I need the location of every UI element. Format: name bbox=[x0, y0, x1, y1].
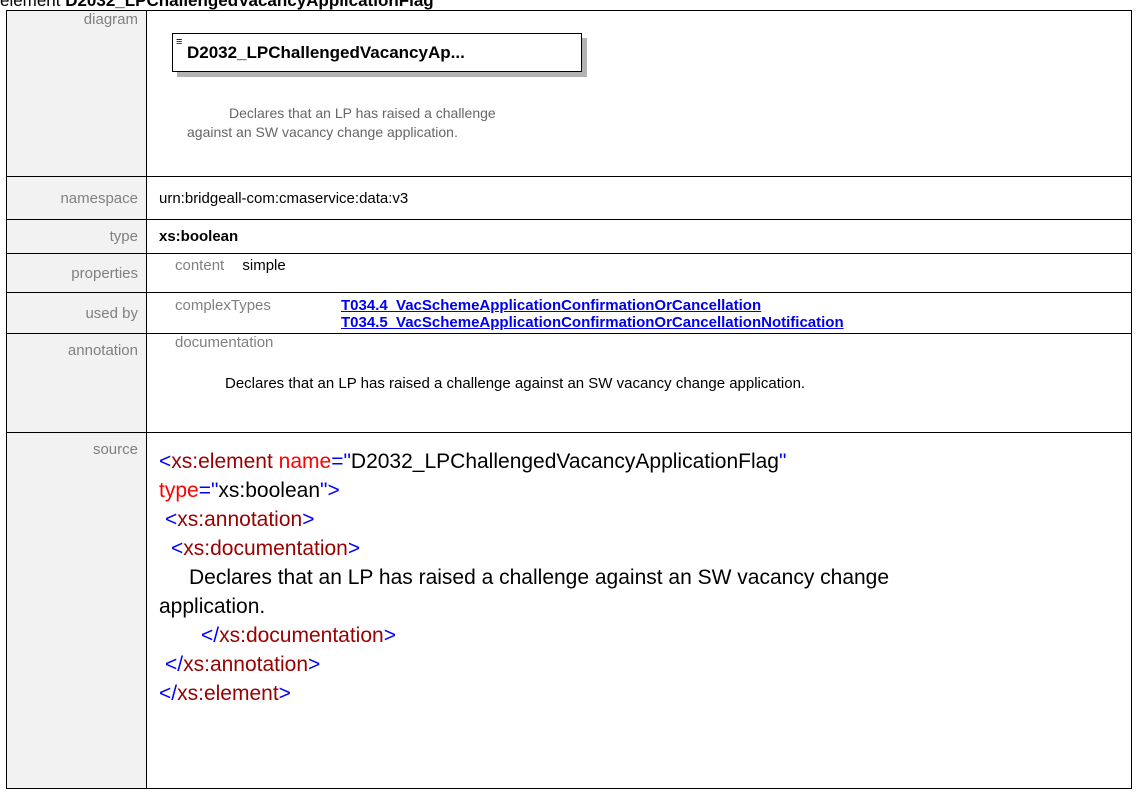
element-diagram-title: D2032_LPChallengedVacancyAp... bbox=[187, 43, 465, 62]
type-value: xs:boolean bbox=[146, 219, 1132, 254]
annotation-cell: documentation Declares that an LP has ra… bbox=[146, 333, 1132, 433]
namespace-label: namespace bbox=[6, 176, 147, 220]
used-by-row: used by complexTypes T034.4_VacSchemeApp… bbox=[6, 292, 1132, 334]
element-glyph-icon: ≡ bbox=[176, 36, 183, 48]
diagram-cell: ≡ D2032_LPChallengedVacancyAp... Declare… bbox=[146, 10, 1132, 177]
diagram-description: Declares that an LP has raised a challen… bbox=[187, 104, 496, 142]
type-row: type xs:boolean bbox=[6, 219, 1132, 254]
annotation-row: annotation documentation Declares that a… bbox=[6, 333, 1132, 433]
source-row: source <xs:element name="D2032_LPChallen… bbox=[6, 432, 1132, 789]
source-doc-line2: application. bbox=[159, 595, 266, 618]
used-by-link-t034-5[interactable]: T034.5_VacSchemeApplicationConfirmationO… bbox=[341, 314, 844, 331]
properties-label: properties bbox=[6, 253, 147, 293]
annotation-key: documentation bbox=[175, 334, 274, 351]
heading-prefix: element bbox=[0, 0, 66, 10]
source-label: source bbox=[6, 432, 147, 789]
properties-row: properties content simple bbox=[6, 253, 1132, 293]
type-label: type bbox=[6, 219, 147, 254]
element-diagram-box[interactable]: ≡ D2032_LPChallengedVacancyAp... bbox=[172, 33, 582, 72]
element-doc-table: diagram ≡ D2032_LPChallengedVacancyAp...… bbox=[6, 10, 1132, 789]
properties-key: content bbox=[175, 257, 225, 274]
annotation-label: annotation bbox=[6, 333, 147, 433]
used-by-cell: complexTypes T034.4_VacSchemeApplication… bbox=[146, 292, 1132, 334]
properties-cell: content simple bbox=[146, 253, 1132, 293]
used-by-link-t034-4[interactable]: T034.4_VacSchemeApplicationConfirmationO… bbox=[341, 297, 844, 314]
diagram-desc-line1: Declares that an LP has raised a challen… bbox=[229, 105, 496, 121]
heading-element-name: D2032_LPChallengedVacancyApplicationFlag bbox=[65, 0, 434, 10]
properties-value: simple bbox=[242, 257, 286, 274]
diagram-label: diagram bbox=[6, 10, 147, 177]
source-doc-line1: Declares that an LP has raised a challen… bbox=[189, 566, 890, 589]
namespace-value: urn:bridgeall-com:cmaservice:data:v3 bbox=[146, 176, 1132, 220]
annotation-text: Declares that an LP has raised a challen… bbox=[225, 375, 806, 392]
namespace-row: namespace urn:bridgeall-com:cmaservice:d… bbox=[6, 176, 1132, 220]
diagram-desc-line2: against an SW vacancy change application… bbox=[187, 124, 458, 140]
used-by-label: used by bbox=[6, 292, 147, 334]
source-code: <xs:element name="D2032_LPChallengedVaca… bbox=[146, 432, 1132, 789]
diagram-row: diagram ≡ D2032_LPChallengedVacancyAp...… bbox=[6, 10, 1132, 177]
used-by-key: complexTypes bbox=[175, 297, 271, 314]
